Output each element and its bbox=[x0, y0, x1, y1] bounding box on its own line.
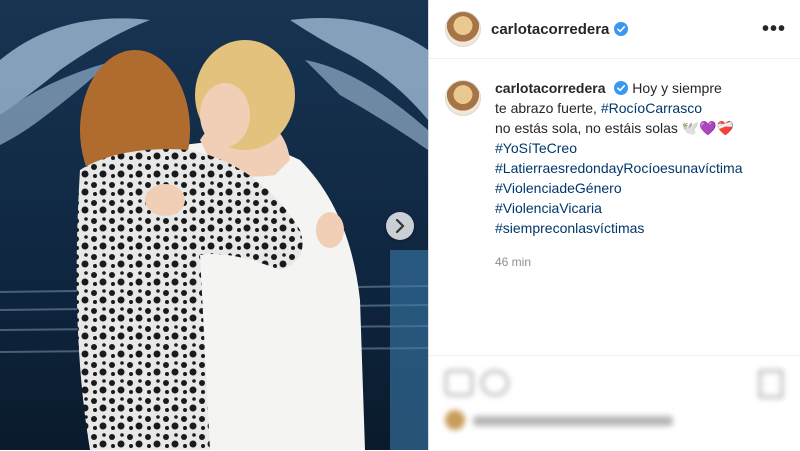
avatar[interactable] bbox=[445, 80, 481, 116]
post-actions-blurred bbox=[429, 355, 800, 451]
hashtag[interactable]: #ViolenciadeGénero bbox=[495, 178, 783, 198]
caption-comment: carlotacorredera Hoy y siempre te abrazo… bbox=[445, 78, 785, 272]
post-header: carlotacorredera ••• bbox=[429, 0, 800, 59]
post-timestamp[interactable]: 46 min bbox=[495, 252, 783, 272]
mention-hashtag[interactable]: #RocíoCarrasco bbox=[601, 100, 702, 116]
photo-scene bbox=[0, 0, 428, 450]
post-photo[interactable] bbox=[0, 0, 428, 450]
hashtag[interactable]: #LatierraesredondayRocíoesunavíctima bbox=[495, 158, 783, 178]
hashtag[interactable]: #YoSíTeCreo bbox=[495, 138, 783, 158]
verified-badge-icon bbox=[614, 22, 629, 36]
hashtag[interactable]: #ViolenciaVicaria bbox=[495, 198, 783, 218]
likes-summary-blurred bbox=[473, 416, 673, 426]
save-icon[interactable] bbox=[759, 370, 783, 398]
verified-badge-icon bbox=[614, 81, 629, 95]
username-link[interactable]: carlotacorredera bbox=[491, 21, 609, 38]
carousel-next-button[interactable] bbox=[386, 212, 414, 240]
caption-line: no estás sola, no estáis solas bbox=[495, 120, 678, 136]
like-icon[interactable] bbox=[445, 370, 473, 396]
caption-line: te abrazo fuerte, bbox=[495, 100, 597, 116]
avatar bbox=[445, 410, 465, 430]
post-side-panel: carlotacorredera ••• carlotacorredera Ho… bbox=[428, 0, 800, 450]
hashtag[interactable]: #siempreconlasvíctimas bbox=[495, 218, 783, 238]
caption-line: Hoy y siempre bbox=[632, 80, 722, 96]
comment-icon[interactable] bbox=[481, 370, 509, 396]
chevron-right-icon bbox=[395, 219, 405, 233]
caption-username[interactable]: carlotacorredera bbox=[495, 80, 606, 96]
caption-text: carlotacorredera Hoy y siempre te abrazo… bbox=[495, 78, 783, 272]
emoji-group: 🕊️💜❤️‍🩹 bbox=[681, 120, 735, 136]
more-options-icon[interactable]: ••• bbox=[762, 19, 786, 39]
avatar[interactable] bbox=[445, 11, 481, 47]
